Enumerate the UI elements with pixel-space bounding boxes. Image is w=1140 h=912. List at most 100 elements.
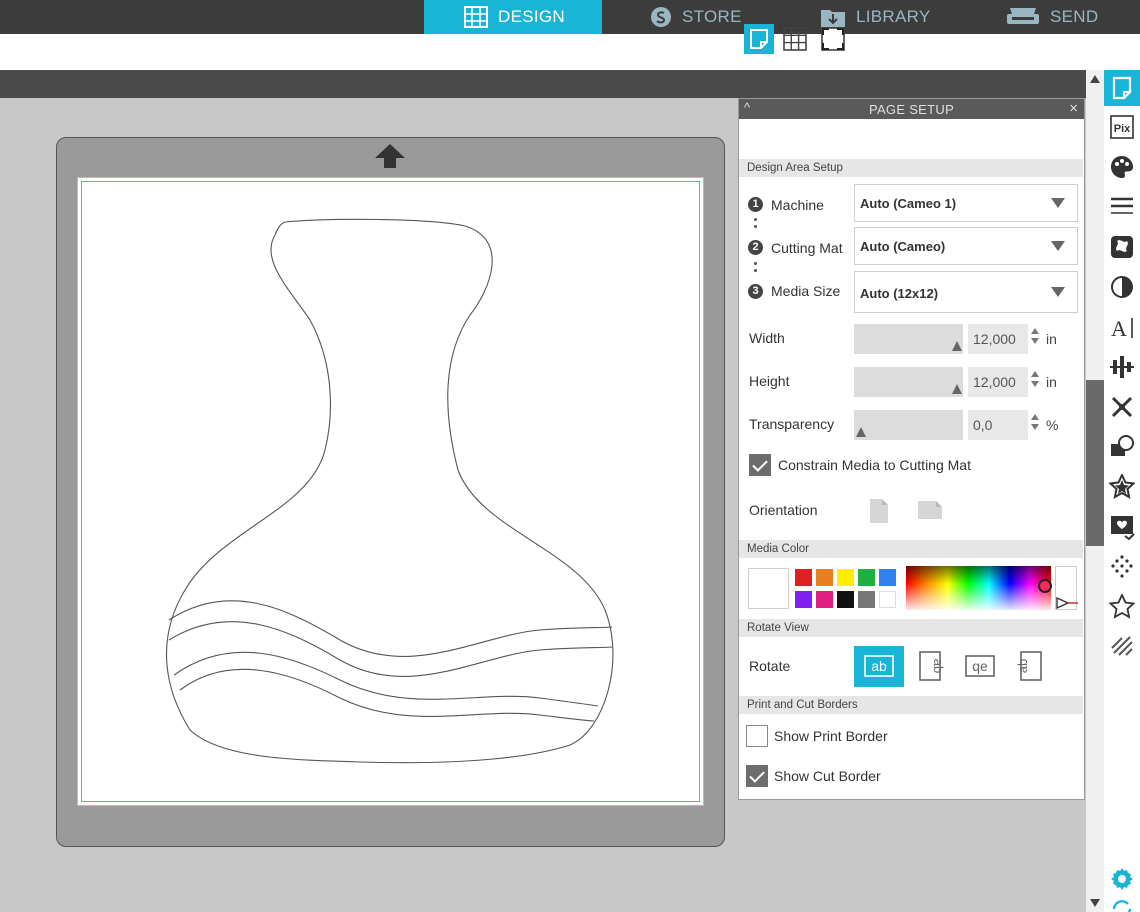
page-icon [750,29,768,49]
orientation-label: Orientation [749,502,818,518]
line-style-icon[interactable] [1109,194,1135,220]
align-icon[interactable] [1109,354,1135,380]
rotate-180-icon: qe [965,655,995,677]
section-media-color: Media Color [739,540,1083,558]
svg-text:ab: ab [931,659,946,673]
fill-pattern-icon[interactable] [1109,234,1135,260]
sketch-icon[interactable] [1109,632,1135,658]
tab-design[interactable]: DESIGN [424,0,602,34]
svg-text:ab: ab [871,658,887,674]
current-media-color [748,568,789,609]
close-panel-button[interactable]: × [1069,100,1078,117]
svg-text:qe: qe [972,658,988,674]
panel-scrollbar[interactable] [1086,70,1104,912]
svg-text:ab: ab [1015,659,1030,673]
registration-marks-icon [821,27,845,51]
step-1-badge: 1 [748,197,763,212]
tab-design-label: DESIGN [498,7,565,26]
send-icon [1007,8,1039,24]
tab-grid[interactable] [780,24,810,54]
swatch-red[interactable] [795,569,812,586]
section-design-area-setup: Design Area Setup [739,159,1083,177]
contrast-icon[interactable] [1109,274,1135,300]
rhinestone-icon[interactable] [1109,554,1135,580]
star-icon[interactable] [1109,474,1135,500]
width-input[interactable]: 12,000 [968,324,1028,354]
landscape-orientation-icon[interactable] [917,500,943,520]
constrain-media-checkbox[interactable] [749,454,771,476]
right-toolbar: Pix A [1104,70,1140,912]
text-style-icon[interactable]: A [1109,314,1135,340]
media-size-label: Media Size [771,283,841,299]
transparency-slider[interactable] [854,410,963,440]
width-stepper[interactable] [1031,328,1039,344]
slider-thumb[interactable] [952,341,962,351]
tab-registration-marks[interactable] [818,24,848,54]
document-tabs-bar [0,34,1140,70]
show-cut-border-checkbox[interactable] [746,765,768,787]
store-icon [651,7,671,27]
top-nav: DESIGN STORE LIBRARY SEND [0,0,1140,34]
page-setup-tool[interactable] [1104,70,1140,106]
swatch-magenta[interactable] [816,591,833,608]
machine-value: Auto (Cameo 1) [860,196,957,211]
swatch-gray[interactable] [858,591,875,608]
rotate-label: Rotate [749,658,791,674]
chevron-down-icon [1051,241,1065,251]
toolbar-strip [0,70,1086,98]
height-slider[interactable] [854,367,963,397]
portrait-orientation-icon[interactable] [869,498,889,524]
rotate-0-button[interactable]: ab [854,646,904,687]
refresh-icon[interactable] [1109,896,1135,912]
media-size-value: Auto (12x12) [860,286,939,301]
height-input[interactable]: 12,000 [968,367,1028,397]
swatch-purple[interactable] [795,591,812,608]
scrollbar-thumb[interactable] [1086,380,1104,546]
height-stepper[interactable] [1031,371,1039,387]
step-connector [754,262,757,276]
tab-send[interactable]: SEND [1006,0,1140,34]
pixscan-icon[interactable]: Pix [1109,114,1135,140]
slider-thumb[interactable] [856,427,866,437]
swatch-yellow[interactable] [837,569,854,586]
swatch-green[interactable] [858,569,875,586]
palette-icon[interactable] [1109,154,1135,180]
swatch-orange[interactable] [816,569,833,586]
replicate-icon[interactable] [1109,394,1135,420]
transparency-unit: % [1046,417,1059,433]
slider-thumb[interactable] [952,384,962,394]
cutting-mat-label: Cutting Mat [771,240,843,256]
star-outline-icon[interactable] [1109,594,1135,620]
brightness-slider[interactable] [1055,566,1078,610]
media-size-dropdown[interactable]: Auto (12x12) [854,271,1078,313]
rotate-90-button[interactable]: ab [905,646,955,687]
rotate-0-icon: ab [864,655,894,677]
transparency-label: Transparency [749,416,835,432]
width-unit: in [1046,331,1057,347]
tab-page-setup[interactable] [744,24,774,54]
machine-dropdown[interactable]: Auto (Cameo 1) [854,184,1078,222]
swatch-black[interactable] [837,591,854,608]
modify-icon[interactable] [1109,434,1135,460]
spectrum-picker-handle[interactable] [1038,579,1052,593]
machine-label: Machine [771,197,824,213]
transparency-stepper[interactable] [1031,414,1039,430]
show-print-border-checkbox[interactable] [746,725,768,747]
rotate-180-button[interactable]: qe [955,646,1005,687]
show-cut-border-label: Show Cut Border [774,768,881,784]
swatch-white[interactable] [879,591,896,608]
rotate-270-button[interactable]: ab [1006,646,1056,687]
tab-library-label: LIBRARY [856,7,931,26]
transparency-input[interactable]: 0,0 [968,410,1028,440]
vase-design-shape[interactable] [160,210,620,770]
settings-icon[interactable] [1109,866,1135,892]
rotate-90-icon: ab [919,651,946,681]
scroll-up-icon[interactable] [1089,74,1101,84]
width-slider[interactable] [854,324,963,354]
cutting-mat-dropdown[interactable]: Auto (Cameo) [854,227,1078,265]
image-trace-icon[interactable] [1109,514,1135,540]
swatch-blue[interactable] [879,569,896,586]
spectrum-shade [906,566,1051,584]
grid-icon [783,27,807,51]
scroll-down-icon[interactable] [1089,898,1101,908]
